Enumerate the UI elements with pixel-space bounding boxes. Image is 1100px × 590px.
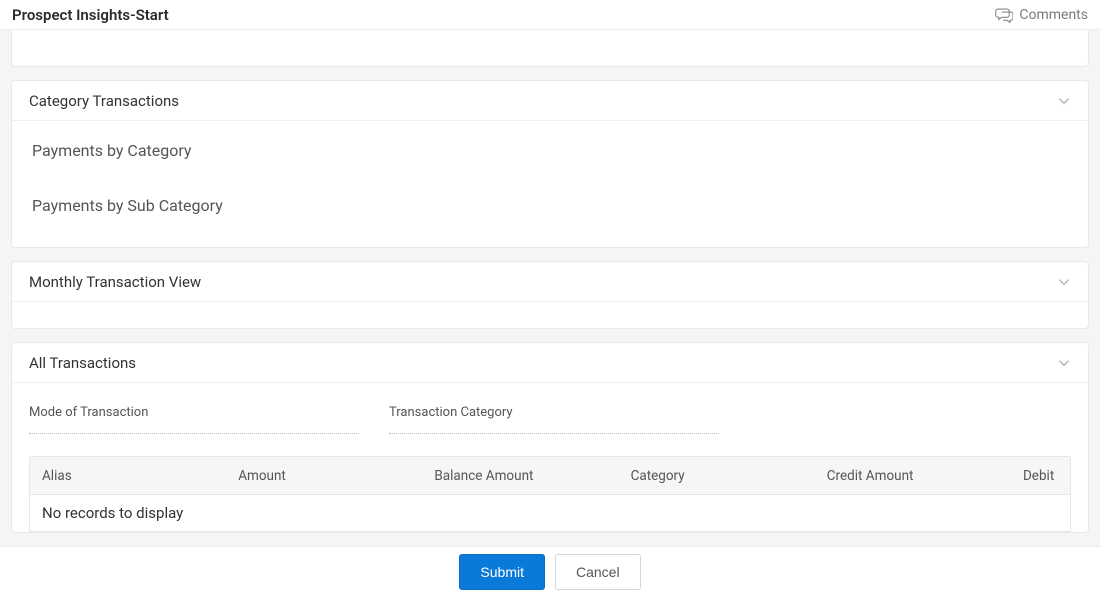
column-header-category[interactable]: Category	[619, 468, 815, 484]
cancel-button[interactable]: Cancel	[555, 554, 641, 590]
filter-mode-of-transaction: Mode of Transaction	[29, 405, 359, 434]
panel-all-transactions: All Transactions Mode of Transaction Tra…	[11, 342, 1089, 533]
chevron-down-icon	[1057, 356, 1071, 370]
transactions-table: Alias Amount Balance Amount Category Cre…	[29, 456, 1071, 532]
filter-transaction-category: Transaction Category	[389, 405, 719, 434]
page-title: Prospect Insights-Start	[12, 6, 169, 24]
panel-header-monthly-view[interactable]: Monthly Transaction View	[12, 262, 1088, 302]
panel-title-category-transactions: Category Transactions	[29, 92, 179, 110]
panel-monthly-transaction-view: Monthly Transaction View	[11, 261, 1089, 329]
column-header-debit[interactable]: Debit	[1011, 468, 1070, 484]
panel-category-transactions: Category Transactions Payments by Catego…	[11, 80, 1089, 248]
content-area: Category Transactions Payments by Catego…	[0, 30, 1100, 546]
no-records-message: No records to display	[30, 495, 1070, 531]
top-bar: Prospect Insights-Start Comments	[0, 0, 1100, 30]
table-header-row: Alias Amount Balance Amount Category Cre…	[30, 457, 1070, 495]
chevron-down-icon	[1057, 275, 1071, 289]
filter-input-category[interactable]	[389, 424, 719, 434]
column-header-alias[interactable]: Alias	[30, 468, 226, 484]
panel-header-all-transactions[interactable]: All Transactions	[12, 343, 1088, 383]
footer-actions: Submit Cancel	[0, 546, 1100, 590]
filter-label-category: Transaction Category	[389, 405, 719, 420]
submit-button[interactable]: Submit	[459, 554, 545, 590]
filters-row: Mode of Transaction Transaction Category	[12, 383, 1088, 452]
column-header-balance[interactable]: Balance Amount	[422, 468, 618, 484]
column-header-credit[interactable]: Credit Amount	[815, 468, 1011, 484]
column-header-amount[interactable]: Amount	[226, 468, 422, 484]
panel-header-category-transactions[interactable]: Category Transactions	[12, 81, 1088, 121]
panel-body-category-transactions: Payments by Category Payments by Sub Cat…	[12, 121, 1088, 247]
filter-label-mode: Mode of Transaction	[29, 405, 359, 420]
panel-title-all-transactions: All Transactions	[29, 354, 136, 372]
comments-link[interactable]: Comments	[995, 7, 1088, 23]
chevron-down-icon	[1057, 94, 1071, 108]
link-payments-by-category[interactable]: Payments by Category	[32, 141, 1068, 160]
comments-icon	[995, 7, 1013, 23]
link-payments-by-sub-category[interactable]: Payments by Sub Category	[32, 196, 1068, 215]
panel-title-monthly-view: Monthly Transaction View	[29, 273, 201, 291]
previous-panel-tail	[11, 30, 1089, 67]
filter-input-mode[interactable]	[29, 424, 359, 434]
panel-body-monthly-empty	[12, 302, 1088, 328]
comments-label: Comments	[1019, 7, 1088, 23]
